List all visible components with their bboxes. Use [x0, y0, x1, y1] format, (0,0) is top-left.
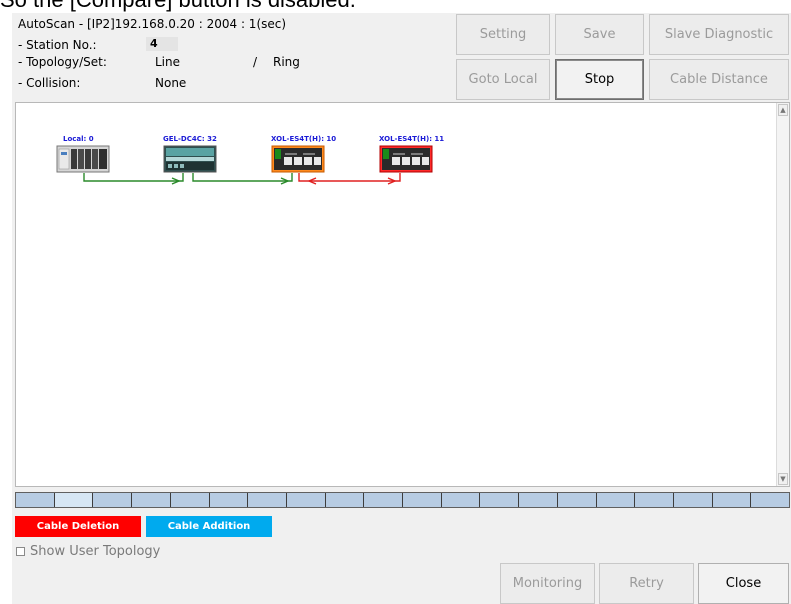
progress-segment: [132, 493, 171, 507]
progress-segment: [596, 493, 636, 507]
device-label-xol-es4t-10: XOL-ES4T(H): 10: [271, 135, 337, 143]
progress-segment: [16, 493, 55, 507]
vertical-scrollbar[interactable]: ▲ ▼: [776, 103, 789, 486]
ethernet-switch-icon[interactable]: [271, 145, 325, 173]
progress-segment: [286, 493, 326, 507]
topology-separator: /: [253, 55, 258, 69]
progress-segment: [170, 493, 210, 507]
autoscan-dialog: AutoScan - [IP2]192.168.0.20 : 2004 : 1(…: [12, 13, 791, 604]
topology-label: - Topology/Set:: [18, 55, 107, 69]
collision-value: None: [155, 76, 187, 90]
device-label-local: Local: 0: [63, 135, 94, 143]
scroll-up-arrow-icon[interactable]: ▲: [778, 104, 788, 116]
progress-segment: [54, 493, 94, 507]
collision-label: - Collision:: [18, 76, 81, 90]
slave-diagnostic-button[interactable]: Slave Diagnostic: [649, 14, 789, 55]
cable-link-deleted: [298, 173, 401, 185]
close-button[interactable]: Close: [698, 563, 789, 604]
show-user-topology-checkbox[interactable]: [16, 547, 25, 556]
cable-links: [83, 173, 401, 185]
stop-button[interactable]: Stop: [555, 59, 644, 100]
progress-segment: [519, 493, 558, 507]
device-label-gel-dc4c: GEL-DC4C: 32: [163, 135, 217, 143]
station-value: 4: [146, 37, 178, 51]
progress-segment: [441, 493, 481, 507]
progress-segment: [248, 493, 287, 507]
setting-button[interactable]: Setting: [456, 14, 550, 55]
progress-segment: [635, 493, 674, 507]
monitoring-button[interactable]: Monitoring: [500, 563, 595, 604]
progress-segment: [751, 493, 790, 507]
show-user-topology-label: Show User Topology: [30, 544, 161, 559]
dialog-title: AutoScan - [IP2]192.168.0.20 : 2004 : 1(…: [18, 17, 287, 31]
caption-text: So the [Compare] button is disabled.: [0, 0, 356, 11]
show-user-topology-option[interactable]: Show User Topology: [16, 544, 160, 559]
progress-segment: [364, 493, 404, 507]
progress-segment: [93, 493, 133, 507]
progress-segment: [557, 493, 597, 507]
scroll-down-arrow-icon[interactable]: ▼: [778, 473, 788, 485]
caption-strip: So the [Compare] button is disabled.: [0, 0, 791, 13]
progress-segment: [209, 493, 249, 507]
progress-segment: [480, 493, 520, 507]
device-label-xol-es4t-11: XOL-ES4T(H): 11: [379, 135, 445, 143]
save-button[interactable]: Save: [555, 14, 644, 55]
progress-segment: [403, 493, 442, 507]
station-label: - Station No.:: [18, 38, 97, 52]
topology-value: Line: [155, 55, 181, 69]
scan-progress-bar: [15, 492, 790, 508]
cable-deletion-legend: Cable Deletion: [15, 516, 141, 537]
retry-button[interactable]: Retry: [599, 563, 694, 604]
topology-canvas[interactable]: Local: 0 GEL-DC4C: 32 XOL-ES4T(H): 10 XO…: [15, 102, 790, 487]
progress-segment: [325, 493, 365, 507]
plc-cpu-icon[interactable]: [56, 145, 110, 173]
io-module-icon[interactable]: [163, 145, 217, 173]
cable-addition-legend: Cable Addition: [146, 516, 272, 537]
goto-local-button[interactable]: Goto Local: [456, 59, 550, 100]
cable-link-ok: [192, 173, 293, 185]
cable-link-ok: [83, 173, 184, 185]
ethernet-switch-icon[interactable]: [379, 145, 433, 173]
progress-segment: [712, 493, 752, 507]
topology-set-value: Ring: [273, 55, 300, 69]
cable-distance-button[interactable]: Cable Distance: [649, 59, 789, 100]
progress-segment: [673, 493, 713, 507]
